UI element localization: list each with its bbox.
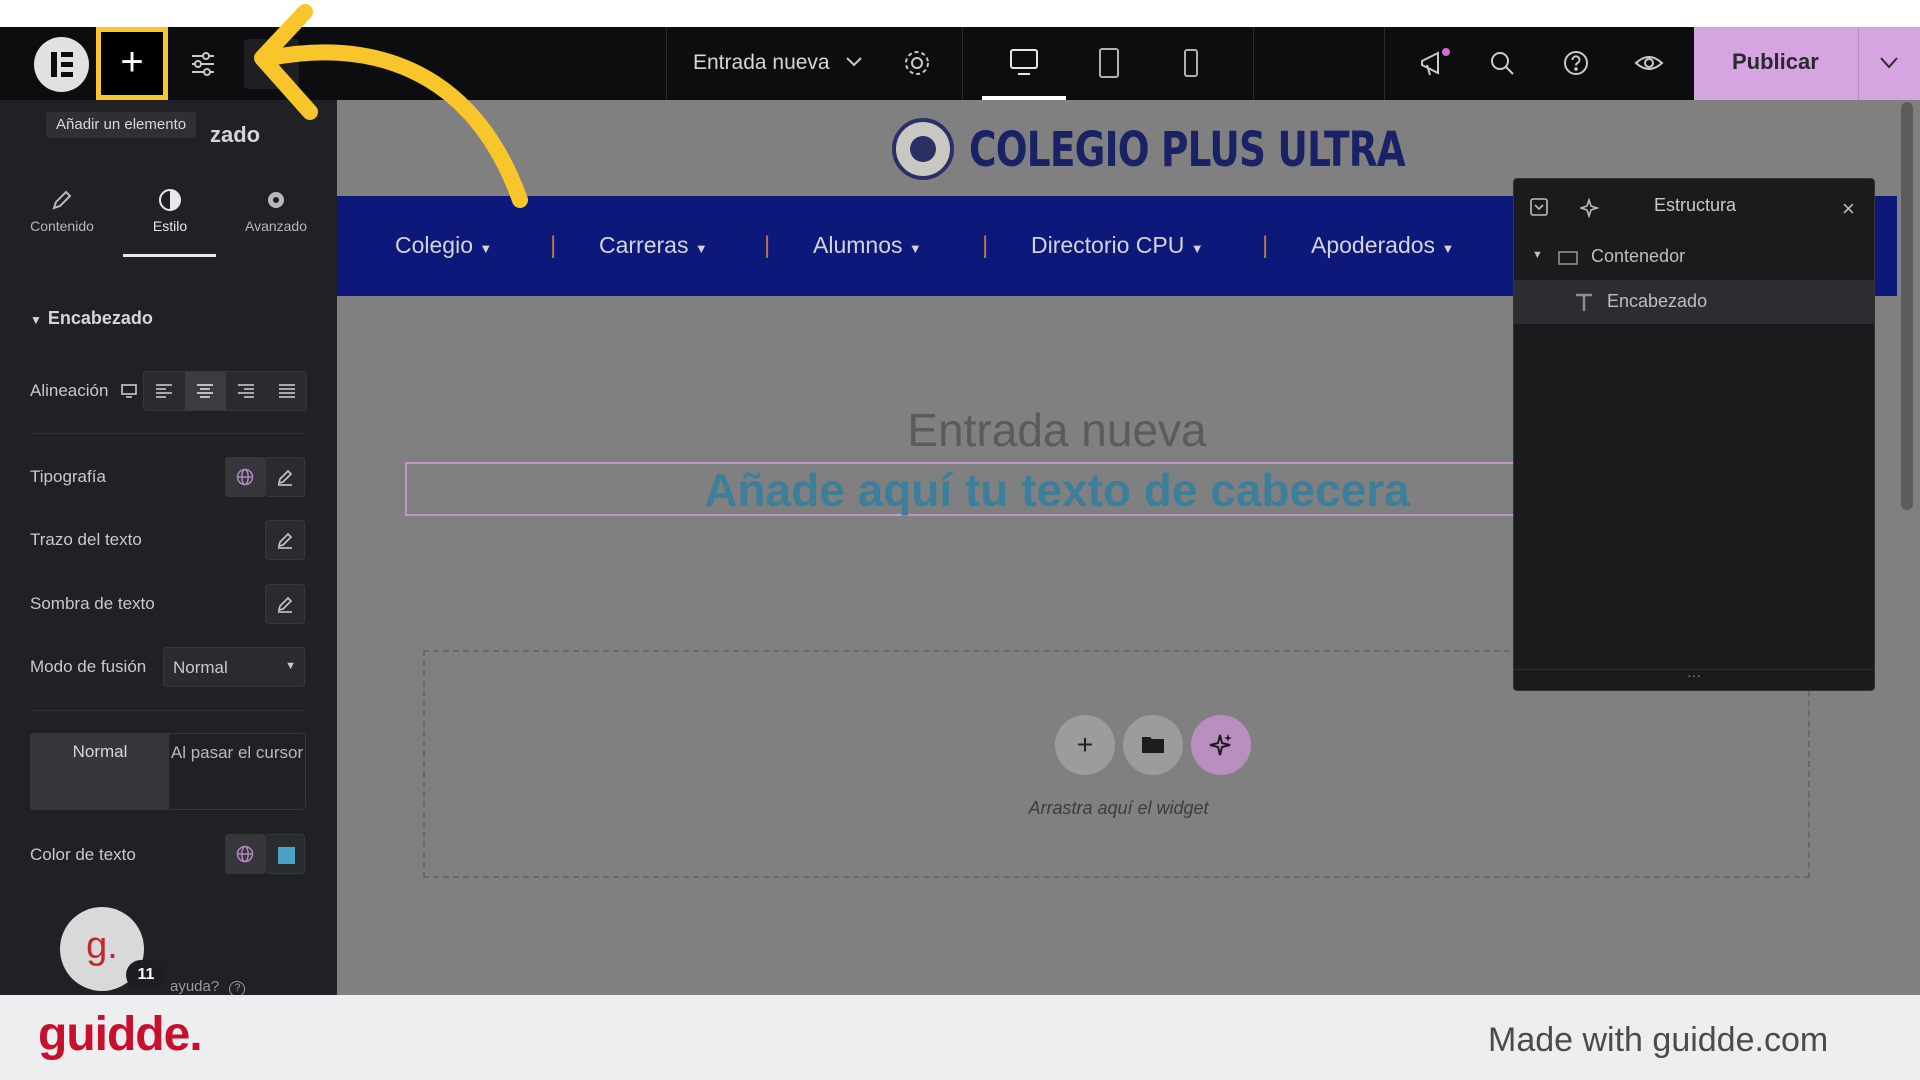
screen: + Entrada nueva Publicar zado Contenido … bbox=[0, 0, 1920, 1080]
made-with-text: Made with guidde.com bbox=[1488, 1021, 1829, 1059]
guidde-footer: guidde. Made with guidde.com bbox=[0, 995, 1920, 1080]
tutorial-arrow-icon bbox=[254, 4, 528, 208]
guidde-brand-logo: guidde. bbox=[38, 1008, 203, 1061]
